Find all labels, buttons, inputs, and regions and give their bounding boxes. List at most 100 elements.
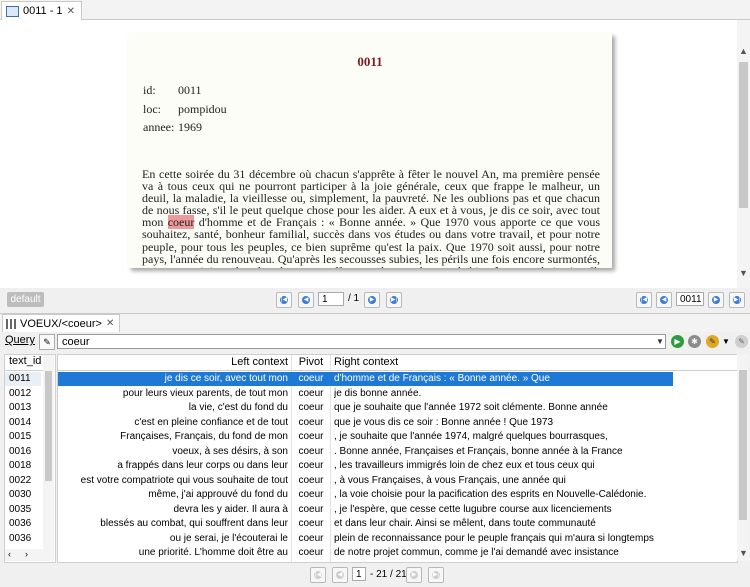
concordance-row[interactable]: devra les y aider. Il aura à coeur , je …: [58, 503, 737, 517]
text-id-row[interactable]: 0036: [9, 517, 31, 531]
left-context-cell: une priorité. L'homme doit être au: [138, 547, 288, 558]
pivot-cell: coeur: [298, 547, 324, 558]
right-context-cell: , la voie choisie pour la pacification d…: [334, 489, 647, 500]
scroll-thumb[interactable]: [739, 370, 747, 520]
page-total-label: / 1: [348, 293, 360, 304]
last-results-button[interactable]: ▶|: [428, 567, 444, 583]
meta-row-id: id: 0011: [143, 83, 202, 98]
text-id-input[interactable]: 0011: [676, 292, 704, 306]
close-icon[interactable]: ✕: [106, 318, 114, 329]
text-id-row[interactable]: 0011: [5, 372, 41, 386]
query-assistant-icon[interactable]: ✎: [39, 334, 55, 350]
header-left-context[interactable]: Left context: [178, 356, 288, 368]
concordance-tab[interactable]: VOEUX/<coeur> ✕: [2, 314, 121, 332]
next-results-button[interactable]: ▶: [406, 567, 422, 583]
pivot-cell: coeur: [298, 503, 324, 515]
id-scrollbar[interactable]: [43, 355, 54, 549]
chevron-down-icon[interactable]: ▼: [656, 337, 664, 346]
left-context-cell: ou je serai, je l'écouterai le: [169, 532, 288, 544]
text-id-panel: text_id 0011 0012 0013 0014 0015 0016 00…: [4, 354, 56, 563]
scroll-right-icon[interactable]: ›: [25, 549, 28, 559]
right-context-cell: , les travailleurs immigrés loin de chez…: [334, 460, 595, 471]
text-id-header[interactable]: text_id: [5, 355, 45, 371]
text-id-row[interactable]: 0012: [9, 387, 31, 401]
scroll-thumb[interactable]: [45, 371, 52, 481]
next-page-icon: ▶: [410, 571, 418, 579]
concordance-row-selected[interactable]: je dis ce soir, avec tout mon coeur d'ho…: [58, 372, 673, 386]
right-context-cell: . Bonne année, Françaises et Français, b…: [334, 445, 623, 457]
first-text-button[interactable]: |◀: [636, 292, 652, 308]
concordance-row[interactable]: pour leurs vieux parents, de tout mon co…: [58, 387, 737, 401]
text-id-row[interactable]: 0016: [9, 445, 31, 459]
left-context-cell: pour leurs vieux parents, de tout mon: [122, 387, 288, 399]
header-right-context[interactable]: Right context: [334, 356, 398, 368]
pivot-cell: coeur: [298, 373, 324, 384]
text-id-row[interactable]: 0014: [9, 416, 31, 430]
concordance-scrollbar[interactable]: ▼: [737, 354, 749, 561]
header-pivot[interactable]: Pivot: [294, 356, 328, 368]
text-id-row[interactable]: 0036: [9, 532, 31, 546]
scroll-left-icon[interactable]: ‹: [8, 549, 11, 559]
left-context-cell: la vie, c'est du fond du: [188, 402, 288, 413]
concordance-row[interactable]: a frappés dans leur corps ou dans leur c…: [58, 459, 737, 473]
concordance-row[interactable]: blessés au combat, qui souffrent dans le…: [58, 517, 737, 531]
concordance-row[interactable]: c'est en pleine confiance et de tout coe…: [58, 416, 737, 430]
previous-text-button[interactable]: ◀: [656, 292, 672, 308]
previous-results-button[interactable]: ◀: [332, 567, 348, 583]
next-text-button[interactable]: ▶: [708, 292, 724, 308]
last-page-button[interactable]: ▶|: [386, 292, 402, 308]
right-context-cell: d'homme et de Français : « Bonne année. …: [334, 373, 550, 384]
close-icon[interactable]: ✕: [67, 6, 75, 17]
concordance-row[interactable]: ou je serai, je l'écouterai le coeur ple…: [58, 532, 737, 546]
pivot-cell: coeur: [298, 489, 324, 500]
scroll-up-icon[interactable]: ▲: [739, 46, 748, 56]
gear-icon[interactable]: ✱: [688, 335, 701, 348]
left-context-cell: c'est en pleine confiance et de tout: [134, 416, 288, 428]
text-id-row[interactable]: 0035: [9, 503, 31, 517]
concordance-row[interactable]: Françaises, Français, du fond de mon coe…: [58, 430, 737, 444]
pivot-cell: coeur: [298, 518, 324, 529]
book-icon: [6, 5, 19, 17]
run-query-icon[interactable]: ▶: [671, 335, 684, 348]
chevron-down-icon[interactable]: ▼: [722, 337, 730, 346]
id-horizontal-scrollbar[interactable]: ‹ ›: [5, 549, 54, 561]
default-button[interactable]: default: [7, 292, 44, 307]
concordance-row[interactable]: la vie, c'est du fond du coeur que je so…: [58, 401, 737, 415]
concordance-row[interactable]: une priorité. L'homme doit être au coeur…: [58, 546, 737, 560]
last-page-icon: ▶|: [390, 296, 398, 304]
page-number-input[interactable]: 1: [318, 292, 344, 306]
editor-tab-bar: [0, 0, 750, 20]
previous-text-icon: ◀: [660, 296, 668, 304]
previous-page-icon: ◀: [336, 571, 344, 579]
concordance-row[interactable]: même, j'ai approuvé du fond du coeur , l…: [58, 488, 737, 502]
text-id-row[interactable]: 0013: [9, 401, 31, 415]
concordance-header: Left context Pivot Right context: [58, 355, 737, 371]
scroll-down-icon[interactable]: ▼: [739, 548, 748, 558]
last-text-button[interactable]: ▶|: [729, 292, 745, 308]
right-context-cell: plein de reconnaissance pour le peuple f…: [334, 532, 654, 544]
left-context-cell: blessés au combat, qui souffrent dans le…: [100, 518, 288, 529]
first-page-icon: |◀: [314, 571, 322, 579]
first-page-button[interactable]: |◀: [276, 292, 292, 308]
editor-tab[interactable]: 0011 - 1 ✕: [1, 1, 82, 20]
meta-value: pompidou: [178, 102, 227, 116]
previous-page-button[interactable]: ◀: [298, 292, 314, 308]
results-page-input[interactable]: 1: [352, 567, 366, 581]
concordance-row[interactable]: est votre compatriote qui vous souhaite …: [58, 474, 737, 488]
right-context-cell: je dis bonne année.: [334, 387, 422, 399]
scroll-down-icon[interactable]: ▼: [739, 268, 748, 278]
right-context-cell: , à vous Françaises, à vous Français, un…: [334, 474, 566, 486]
query-label: Query: [5, 334, 35, 346]
left-context-cell: même, j'ai approuvé du fond du: [148, 489, 288, 500]
next-page-button[interactable]: ▶: [364, 292, 380, 308]
text-id-row[interactable]: 0018: [9, 459, 31, 473]
scroll-thumb[interactable]: [739, 62, 748, 208]
concordance-row[interactable]: voeux, à ses désirs, à son coeur . Bonne…: [58, 445, 737, 459]
text-id-row[interactable]: 0030: [9, 488, 31, 502]
viewer-scrollbar[interactable]: ▲ ▼: [737, 20, 750, 288]
pencil-icon[interactable]: ✎: [706, 335, 719, 348]
text-id-row[interactable]: 0015: [9, 430, 31, 444]
query-input[interactable]: coeur: [57, 334, 666, 349]
first-results-button[interactable]: |◀: [310, 567, 326, 583]
text-id-row[interactable]: 0022: [9, 474, 31, 488]
